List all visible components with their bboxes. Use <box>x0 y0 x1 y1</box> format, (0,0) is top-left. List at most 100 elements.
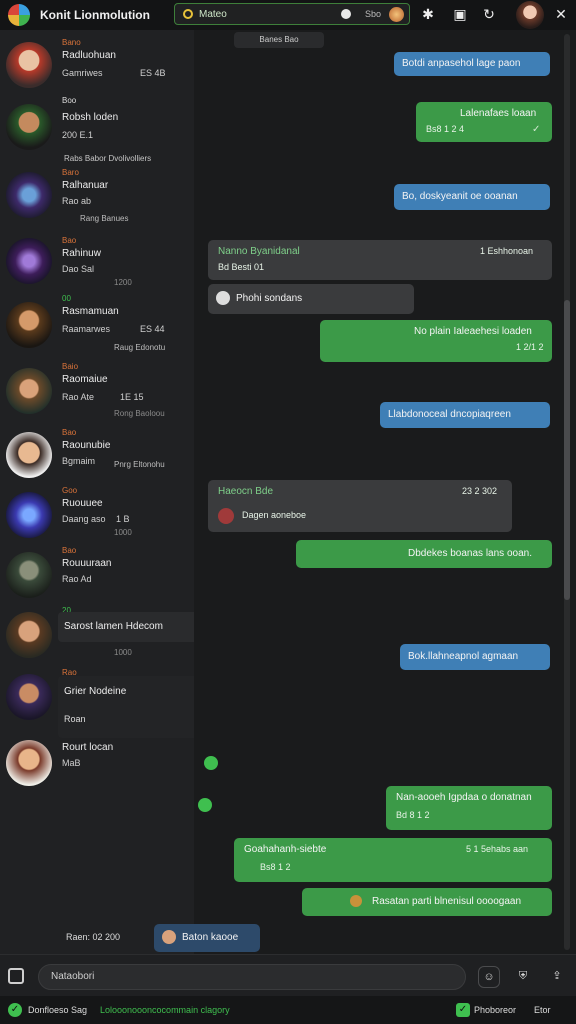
message-text: Bok.llahneapnol agmaan <box>408 651 519 662</box>
status-check-icon[interactable]: ✓ <box>456 1003 470 1017</box>
message-bubble[interactable]: Baton kaooe <box>154 924 260 952</box>
contact-footer: 1200 <box>114 278 132 287</box>
message-bubble[interactable]: Goahahanh-siebte 5 1 5ehabs aan Bs8 1 2 <box>234 838 552 882</box>
status-left-text: Donfloeso Sag <box>28 1005 88 1015</box>
contact-tag: Boo <box>62 96 77 105</box>
chat-top-pill[interactable]: Banes Bao <box>234 32 324 48</box>
contact-tag: Goo <box>62 486 78 495</box>
close-icon[interactable]: ✕ <box>553 6 569 22</box>
search-avatar[interactable] <box>389 7 404 22</box>
contact-item[interactable]: 00 Rasmamuan Raamarwes ES 44 Raug Edonot… <box>0 294 194 356</box>
sender-avatar-icon <box>218 508 234 524</box>
search-icon <box>183 9 193 19</box>
chat-panel: Banes Bao Botdi anpasehol lage paon Lale… <box>66 30 576 954</box>
message-bubble[interactable]: Nanno Byanidanal 1 Eshhonoan Bd Besti 01 <box>208 240 552 280</box>
message-time: Bd 8 1 2 <box>396 810 430 820</box>
emoji-button[interactable]: ☺ <box>478 966 500 988</box>
message-bubble[interactable]: Phohi sondans <box>208 284 414 314</box>
attach-icon[interactable] <box>8 968 24 984</box>
contact-avatar <box>6 42 52 88</box>
message-text: Bo, doskyeanit oe ooanan <box>402 191 518 202</box>
read-check-icon: ✓ <box>532 124 541 135</box>
contact-name: Grier Nodeine <box>64 686 127 697</box>
contact-avatar <box>6 432 52 478</box>
reaction-icon[interactable] <box>198 798 212 812</box>
shield-icon[interactable]: ⛨ <box>512 966 534 988</box>
message-text: Lalenafaes loaan <box>460 108 537 119</box>
message-text: Nan-aooeh Igpdaa o donatnan <box>396 792 532 803</box>
search-box[interactable]: Mateo Sbo <box>174 3 410 25</box>
contact-name: Rouuuraan <box>62 558 112 569</box>
contact-item[interactable]: Boo Robsh loden 200 E.1 Rabs Babor Dvoli… <box>0 96 194 163</box>
contact-footer: Rang Banues <box>80 214 129 223</box>
contact-footer: Rabs Babor Dvolivolliers <box>64 154 152 163</box>
contact-sub: Dao Sal <box>62 264 95 274</box>
settings-icon[interactable]: ✱ <box>420 6 436 22</box>
search-input[interactable]: Mateo <box>199 9 227 20</box>
contact-item[interactable]: Goo Ruouuee Daang aso 1 B 1000 <box>0 484 194 546</box>
upload-icon[interactable]: ⇪ <box>546 966 568 988</box>
contact-name: Ruouuee <box>62 498 103 509</box>
contact-item[interactable]: Bano Radluohuan Gamriwes ES 4B <box>0 34 194 96</box>
message-bubble[interactable]: Bok.llahneapnol agmaan <box>400 644 550 670</box>
status-bar: ✓ Donfloeso Sag Lolooonoooncocommain cla… <box>0 996 576 1024</box>
status-far-right-text: Etor <box>534 1005 551 1015</box>
chat-footer-label: Raen: 02 200 <box>66 932 121 942</box>
contact-item[interactable]: Bao Rouuuraan Rao Ad <box>0 544 194 606</box>
contact-tag: 00 <box>62 294 71 303</box>
contact-name: Raomaiue <box>62 374 108 385</box>
contact-item[interactable]: Baro Ralhanuar Rao ab Rang Banues <box>0 164 194 226</box>
contact-stat: 1E 15 <box>120 392 144 402</box>
chat-bubble-icon <box>341 9 351 19</box>
contact-item[interactable]: 20 Sarost lamen Hdecom 1000 <box>0 604 222 666</box>
chat-scrollbar-thumb[interactable] <box>564 300 570 600</box>
contact-name: Rahinuw <box>62 248 101 259</box>
contact-item[interactable]: Rao Grier Nodeine Roan <box>0 666 246 738</box>
contact-list: Bano Radluohuan Gamriwes ES 4B Boo Robsh… <box>0 30 246 954</box>
contact-stat: ES 4B <box>140 68 166 78</box>
reaction-icon[interactable] <box>204 756 218 770</box>
contact-item[interactable]: Rourt locan MaB <box>0 732 194 794</box>
message-text: Botdi anpasehol lage paon <box>402 58 521 69</box>
message-bubble[interactable]: Dbdekes boanas lans ooan. <box>296 540 552 568</box>
message-sub: Bd Besti 01 <box>218 262 265 272</box>
contact-tag: Bao <box>62 236 77 245</box>
message-bubble[interactable]: Nan-aooeh Igpdaa o donatnan Bd 8 1 2 <box>386 786 552 830</box>
message-bubble[interactable]: Rasatan parti blnenisul oooogaan <box>302 888 552 916</box>
contact-name: Raounubie <box>62 440 111 451</box>
sender-avatar-icon <box>216 291 230 306</box>
contact-name: Robsh loden <box>62 112 119 123</box>
contact-sub: Roan <box>64 714 86 724</box>
message-text: Rasatan parti blnenisul oooogaan <box>372 896 521 907</box>
contact-footer: Pnrg Eltonohu <box>114 460 165 469</box>
contact-footer: 1000 <box>114 648 132 657</box>
message-bubble[interactable]: Haeocn Bde 23 2 302 Dagen aoneboe <box>208 480 512 532</box>
contact-avatar <box>6 552 52 598</box>
user-avatar[interactable] <box>516 1 544 29</box>
message-bubble[interactable]: Bo, doskyeanit oe ooanan <box>394 184 550 210</box>
message-text: Dbdekes boanas lans ooan. <box>408 548 532 559</box>
contact-name: Ralhanuar <box>62 180 109 191</box>
contact-footer: 1000 <box>114 528 132 537</box>
window-icon[interactable]: ▣ <box>452 6 468 22</box>
app-logo-icon <box>8 4 30 26</box>
refresh-icon[interactable]: ↻ <box>481 6 497 22</box>
contact-sub: Daang aso <box>62 514 106 524</box>
contact-item[interactable]: Baio Raomaiue Rao Ate 1E 15 Rong Baoloou <box>0 360 194 422</box>
message-input[interactable]: Nataobori <box>38 964 466 990</box>
contact-stat: 1 B <box>116 514 130 524</box>
contact-avatar <box>6 368 52 414</box>
contact-tag: Bao <box>62 428 77 437</box>
contact-avatar <box>6 238 52 284</box>
message-bubble[interactable]: Lalenafaes loaan Bs8 1 2 4 ✓ <box>416 102 552 142</box>
contact-stat: ES 44 <box>140 324 165 334</box>
message-bubble[interactable]: No plain Ialeaehesi loaden 1 2/1 2 <box>320 320 552 362</box>
message-bubble[interactable]: Botdi anpasehol lage paon <box>394 52 550 76</box>
message-text: Llabdonoceal dncopiaqreen <box>388 409 511 420</box>
contact-stat: 200 E.1 <box>62 130 94 140</box>
message-bubble[interactable]: Llabdonoceal dncopiaqreen <box>380 402 550 428</box>
contact-item[interactable]: Bao Raounubie Bgmaim Pnrg Eltonohu <box>0 424 194 486</box>
message-text: Phohi sondans <box>236 293 303 304</box>
contact-item[interactable]: Bao Rahinuw Dao Sal 1200 <box>0 230 194 292</box>
contact-avatar <box>6 674 52 720</box>
